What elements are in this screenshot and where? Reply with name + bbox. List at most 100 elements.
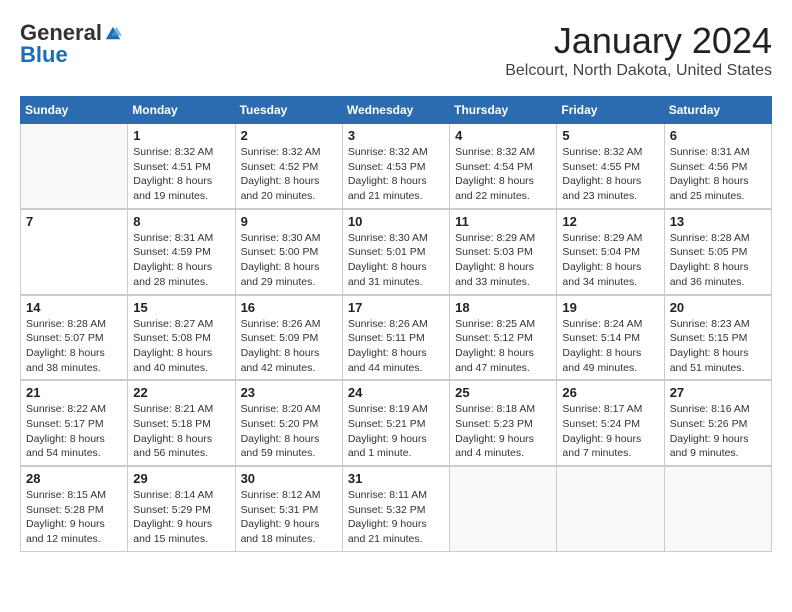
table-row: 28 Sunrise: 8:15 AMSunset: 5:28 PMDayligh… [21, 467, 128, 552]
table-row: 21Sunrise: 8:22 AMSunset: 5:17 PMDayligh… [21, 381, 128, 466]
day-info: Sunrise: 8:26 AMSunset: 5:11 PMDaylight:… [348, 317, 444, 376]
day-info: Sunrise: 8:16 AMSunset: 5:26 PMDaylight:… [670, 402, 766, 461]
table-row: 6 Sunrise: 8:31 AMSunset: 4:56 PMDaylight… [664, 124, 771, 209]
month-title: January 2024 [505, 20, 772, 62]
day-number: 27 [670, 385, 766, 400]
table-row: 30 Sunrise: 8:12 AMSunset: 5:31 PMDayligh… [235, 467, 342, 552]
day-number: 5 [562, 128, 658, 143]
table-row: 22 Sunrise: 8:21 AMSunset: 5:18 PMDayligh… [128, 381, 235, 466]
table-row: 23Sunrise: 8:20 AMSunset: 5:20 PMDayligh… [235, 381, 342, 466]
table-row [557, 467, 664, 552]
day-number: 17 [348, 300, 444, 315]
day-number: 21 [26, 385, 122, 400]
day-number: 2 [241, 128, 337, 143]
location-title: Belcourt, North Dakota, United States [505, 62, 772, 80]
day-number: 1 [133, 128, 229, 143]
logo: General Blue [20, 20, 122, 68]
day-number: 30 [241, 471, 337, 486]
day-number: 26 [562, 385, 658, 400]
header-wednesday: Wednesday [342, 97, 449, 124]
day-info: Sunrise: 8:29 AMSunset: 5:03 PMDaylight:… [455, 231, 551, 290]
day-number: 4 [455, 128, 551, 143]
table-row [450, 467, 557, 552]
day-number: 6 [670, 128, 766, 143]
day-info: Sunrise: 8:31 AMSunset: 4:59 PMDaylight:… [133, 231, 229, 290]
day-number: 8 [133, 214, 229, 229]
day-info: Sunrise: 8:12 AMSunset: 5:31 PMDaylight:… [241, 488, 337, 547]
calendar-week-5: 28 Sunrise: 8:15 AMSunset: 5:28 PMDayligh… [21, 467, 772, 552]
day-info: Sunrise: 8:31 AMSunset: 4:56 PMDaylight:… [670, 145, 766, 204]
day-number: 23 [241, 385, 337, 400]
header-friday: Friday [557, 97, 664, 124]
logo-blue: Blue [20, 42, 68, 68]
day-number: 11 [455, 214, 551, 229]
title-area: January 2024 Belcourt, North Dakota, Uni… [505, 20, 772, 80]
table-row: 12 Sunrise: 8:29 AMSunset: 5:04 PMDayligh… [557, 209, 664, 294]
day-number: 22 [133, 385, 229, 400]
table-row: 7 [21, 209, 128, 294]
day-number: 29 [133, 471, 229, 486]
table-row: 29 Sunrise: 8:14 AMSunset: 5:29 PMDayligh… [128, 467, 235, 552]
day-info: Sunrise: 8:11 AMSunset: 5:32 PMDaylight:… [348, 488, 444, 547]
table-row: 4 Sunrise: 8:32 AMSunset: 4:54 PMDaylight… [450, 124, 557, 209]
day-info: Sunrise: 8:32 AMSunset: 4:52 PMDaylight:… [241, 145, 337, 204]
day-number: 15 [133, 300, 229, 315]
day-info: Sunrise: 8:19 AMSunset: 5:21 PMDaylight:… [348, 402, 444, 461]
table-row [664, 467, 771, 552]
day-number: 9 [241, 214, 337, 229]
day-info: Sunrise: 8:32 AMSunset: 4:51 PMDaylight:… [133, 145, 229, 204]
day-info: Sunrise: 8:29 AMSunset: 5:04 PMDaylight:… [562, 231, 658, 290]
table-row: 16Sunrise: 8:26 AMSunset: 5:09 PMDayligh… [235, 295, 342, 380]
table-row: 25Sunrise: 8:18 AMSunset: 5:23 PMDayligh… [450, 381, 557, 466]
day-info: Sunrise: 8:32 AMSunset: 4:54 PMDaylight:… [455, 145, 551, 204]
day-number: 10 [348, 214, 444, 229]
day-number: 12 [562, 214, 658, 229]
day-info: Sunrise: 8:27 AMSunset: 5:08 PMDaylight:… [133, 317, 229, 376]
day-info: Sunrise: 8:32 AMSunset: 4:55 PMDaylight:… [562, 145, 658, 204]
day-info: Sunrise: 8:25 AMSunset: 5:12 PMDaylight:… [455, 317, 551, 376]
table-row: 13 Sunrise: 8:28 AMSunset: 5:05 PMDayligh… [664, 209, 771, 294]
header-sunday: Sunday [21, 97, 128, 124]
table-row: 31 Sunrise: 8:11 AMSunset: 5:32 PMDayligh… [342, 467, 449, 552]
day-info: Sunrise: 8:14 AMSunset: 5:29 PMDaylight:… [133, 488, 229, 547]
header-thursday: Thursday [450, 97, 557, 124]
table-row: 15 Sunrise: 8:27 AMSunset: 5:08 PMDayligh… [128, 295, 235, 380]
day-number: 18 [455, 300, 551, 315]
day-info: Sunrise: 8:17 AMSunset: 5:24 PMDaylight:… [562, 402, 658, 461]
table-row: 17 Sunrise: 8:26 AMSunset: 5:11 PMDayligh… [342, 295, 449, 380]
table-row: 14 Sunrise: 8:28 AMSunset: 5:07 PMDayligh… [21, 295, 128, 380]
calendar-week-2: 78 Sunrise: 8:31 AMSunset: 4:59 PMDayligh… [21, 209, 772, 294]
table-row: 26 Sunrise: 8:17 AMSunset: 5:24 PMDayligh… [557, 381, 664, 466]
day-number: 31 [348, 471, 444, 486]
header-tuesday: Tuesday [235, 97, 342, 124]
logo-icon [104, 24, 122, 42]
calendar-week-3: 14 Sunrise: 8:28 AMSunset: 5:07 PMDayligh… [21, 295, 772, 380]
calendar-table: Sunday Monday Tuesday Wednesday Thursday… [20, 96, 772, 552]
table-row: 18 Sunrise: 8:25 AMSunset: 5:12 PMDayligh… [450, 295, 557, 380]
day-number: 14 [26, 300, 122, 315]
day-number: 19 [562, 300, 658, 315]
day-info: Sunrise: 8:28 AMSunset: 5:05 PMDaylight:… [670, 231, 766, 290]
day-info: Sunrise: 8:23 AMSunset: 5:15 PMDaylight:… [670, 317, 766, 376]
day-number: 13 [670, 214, 766, 229]
day-number: 24 [348, 385, 444, 400]
header-monday: Monday [128, 97, 235, 124]
table-row: 20 Sunrise: 8:23 AMSunset: 5:15 PMDayligh… [664, 295, 771, 380]
table-row: 27 Sunrise: 8:16 AMSunset: 5:26 PMDayligh… [664, 381, 771, 466]
day-info: Sunrise: 8:15 AMSunset: 5:28 PMDaylight:… [26, 488, 122, 547]
table-row: 19Sunrise: 8:24 AMSunset: 5:14 PMDayligh… [557, 295, 664, 380]
page-header: General Blue January 2024 Belcourt, Nort… [20, 20, 772, 80]
day-number: 28 [26, 471, 122, 486]
day-number: 25 [455, 385, 551, 400]
day-info: Sunrise: 8:26 AMSunset: 5:09 PMDaylight:… [241, 317, 337, 376]
calendar-week-1: 1 Sunrise: 8:32 AMSunset: 4:51 PMDaylight… [21, 124, 772, 209]
table-row: 9Sunrise: 8:30 AMSunset: 5:00 PMDaylight… [235, 209, 342, 294]
table-row: 3Sunrise: 8:32 AMSunset: 4:53 PMDaylight… [342, 124, 449, 209]
table-row: 11 Sunrise: 8:29 AMSunset: 5:03 PMDayligh… [450, 209, 557, 294]
table-row: 5 Sunrise: 8:32 AMSunset: 4:55 PMDaylight… [557, 124, 664, 209]
day-number: 3 [348, 128, 444, 143]
day-number: 20 [670, 300, 766, 315]
calendar-header-row: Sunday Monday Tuesday Wednesday Thursday… [21, 97, 772, 124]
day-info: Sunrise: 8:21 AMSunset: 5:18 PMDaylight:… [133, 402, 229, 461]
day-info: Sunrise: 8:28 AMSunset: 5:07 PMDaylight:… [26, 317, 122, 376]
